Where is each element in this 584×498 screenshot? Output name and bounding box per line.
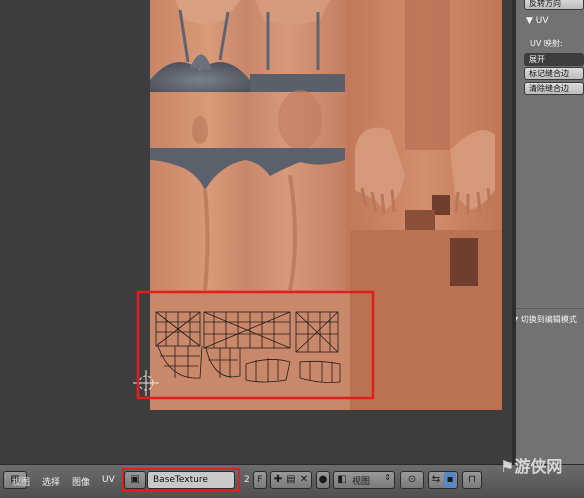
close-icon[interactable]: ✕ xyxy=(298,472,310,488)
uv-mesh-overlay[interactable] xyxy=(0,0,512,464)
watermark-logo: ⚑游侠网 xyxy=(500,457,563,476)
view-mode-select[interactable]: ◧ 视图 ⇕ xyxy=(333,471,395,489)
uv-image-editor-viewport[interactable] xyxy=(0,0,512,464)
panel-splitter[interactable] xyxy=(512,0,516,464)
uv-island-3 xyxy=(295,311,341,383)
uv-section-header[interactable]: ▼ UV xyxy=(526,16,549,26)
panel-divider xyxy=(516,308,584,309)
pin-button[interactable]: ● xyxy=(316,471,330,489)
new-image-icon[interactable]: ✚ xyxy=(272,472,284,488)
unwrap-button[interactable]: 展开 xyxy=(524,53,584,66)
uv-map-label: UV 映射: xyxy=(530,39,563,48)
view-mode-label: 视图 xyxy=(352,477,371,487)
chevron-down-icon: ⇕ xyxy=(384,473,391,482)
vertex-select-icon[interactable]: ▪ xyxy=(444,472,456,488)
pivot-select[interactable]: ⊙ xyxy=(400,471,424,489)
pivot-icon: ⊙ xyxy=(407,474,417,485)
snap-toggle[interactable]: ⊓ xyxy=(462,471,482,489)
open-image-icon[interactable]: ▤ xyxy=(285,472,297,488)
menu-view[interactable]: 视图 xyxy=(12,475,30,488)
sync-uv-icon[interactable]: ⇆ xyxy=(430,472,442,488)
image-editor-header-bar: ▦ 视图 选择 图像 UV ▣ BaseTexture 2 F ✚ ▤ ✕ ● … xyxy=(0,457,584,498)
menu-select[interactable]: 选择 xyxy=(42,475,60,488)
toggle-edit-mode-panel[interactable]: ▼ 切换到编辑模式 xyxy=(512,314,577,325)
view-mode-icon: ◧ xyxy=(337,474,347,485)
menu-uv[interactable]: UV xyxy=(102,475,115,485)
pin-icon: ● xyxy=(318,474,328,485)
user-count: 2 xyxy=(244,475,250,485)
fake-user-button[interactable]: F xyxy=(253,471,267,489)
sync-select-toggles: ⇆ ▪ xyxy=(428,471,458,489)
magnet-icon: ⊓ xyxy=(468,474,476,485)
highlight-box-image-name xyxy=(122,468,240,492)
tool-shelf-panel: 反转方向 ▼ UV UV 映射: 展开 标记缝合边 清除缝合边 ▼ 切换到编辑模… xyxy=(512,0,584,464)
uv-island-2 xyxy=(203,311,291,383)
uv-island-1 xyxy=(155,311,203,379)
flip-direction-button[interactable]: 反转方向 xyxy=(524,0,584,10)
mark-seam-button[interactable]: 标记缝合边 xyxy=(524,67,584,80)
flag-icon: ⚑ xyxy=(500,457,515,476)
clear-seam-button[interactable]: 清除缝合边 xyxy=(524,82,584,95)
menu-image[interactable]: 图像 xyxy=(72,475,90,488)
collapse-arrow-icon: ▼ xyxy=(526,16,536,26)
image-actions-group: ✚ ▤ ✕ xyxy=(270,471,312,489)
